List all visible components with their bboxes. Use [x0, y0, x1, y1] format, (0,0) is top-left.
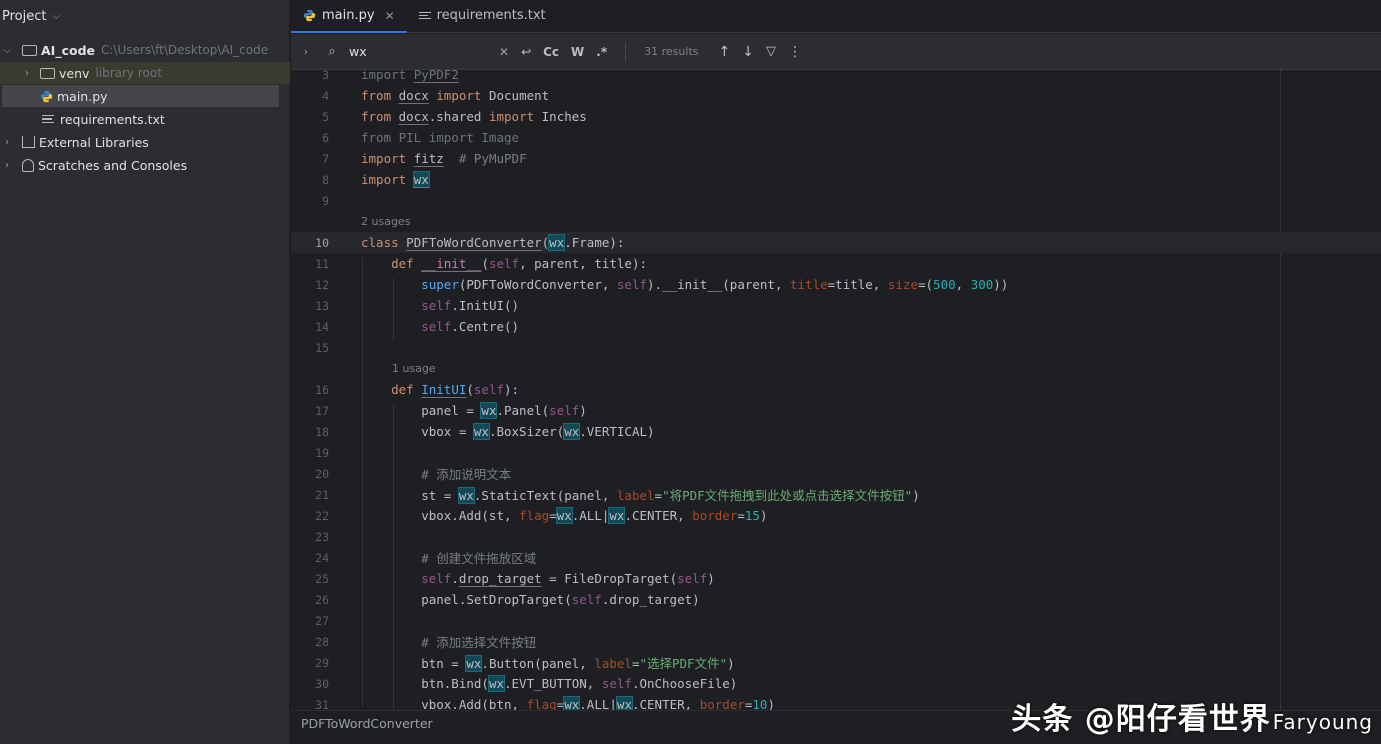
chevron-right-icon[interactable]: ›: [20, 68, 34, 79]
code-line: 22 vbox.Add(st, flag=wx.ALL|wx.CENTER, b…: [315, 508, 768, 523]
code-comment: # PyMuPDF: [458, 151, 527, 166]
filter-icon[interactable]: ▽: [760, 44, 782, 59]
chevron-down-icon[interactable]: ⌵: [0, 45, 14, 56]
whole-words-button[interactable]: W: [565, 45, 590, 59]
code-line: 23: [315, 529, 329, 544]
divider: [625, 41, 627, 62]
code-line: 30 btn.Bind(wx.EVT_BUTTON, self.OnChoose…: [315, 676, 738, 691]
code-line: 19: [315, 445, 329, 460]
venv-hint: library root: [95, 66, 162, 80]
chevron-down-icon: ⌵: [52, 10, 61, 22]
file-name: main.py: [57, 88, 108, 104]
code-line: 5 from docx.shared import Inches: [322, 109, 587, 124]
more-options-icon[interactable]: ⋮: [782, 44, 808, 60]
code-line: 18 vbox = wx.BoxSizer(wx.VERTICAL): [315, 424, 655, 439]
code-line: 29 btn = wx.Button(panel, label="选择PDF文件…: [315, 655, 735, 671]
code-line: 24 # 创建文件拖放区域: [315, 550, 537, 567]
code-number: 15: [744, 508, 760, 523]
code-comment: # 添加说明文本: [421, 467, 512, 482]
code-line: 27: [315, 613, 329, 628]
code-line: 21 st = wx.StaticText(panel, label="将PDF…: [315, 487, 920, 503]
watermark-text: 头条 @阳仔看世界: [1011, 702, 1271, 737]
search-icon[interactable]: ⌕: [321, 44, 343, 59]
code-line: 25 self.drop_target = FileDropTarget(sel…: [315, 571, 715, 586]
text-file-icon: [418, 11, 431, 20]
scratches-icon: [22, 158, 34, 172]
find-bar: › ⌕ ✕ ↩ Cc W .* 31 results ↑ ↓ ▽ ⋮: [291, 34, 1381, 70]
folder-icon: [22, 44, 37, 56]
regex-button[interactable]: .*: [590, 45, 613, 59]
code-line: 6 from PIL import Image: [322, 130, 520, 145]
code-comment: # 添加选择文件按钮: [421, 635, 537, 650]
tab-label: main.py: [322, 8, 375, 23]
breadcrumb-item[interactable]: PDFToWordConverter: [301, 716, 433, 731]
external-libraries-label: External Libraries: [39, 134, 149, 150]
folder-icon: [40, 67, 55, 79]
search-results-count: 31 results: [644, 45, 699, 58]
tab-requirements[interactable]: requirements.txt: [407, 0, 558, 32]
scratches-label: Scratches and Consoles: [38, 157, 188, 173]
clear-search-icon[interactable]: ✕: [493, 45, 515, 59]
code-number: 10: [752, 697, 768, 710]
code-line-current: 10 class PDFToWordConverter(wx.Frame):: [291, 232, 1381, 253]
code-line: 12 super(PDFToWordConverter, self).__ini…: [315, 277, 1009, 292]
project-view-selector[interactable]: Project ⌵: [0, 0, 289, 32]
code-line: 14 self.Centre(): [315, 319, 520, 334]
code-comment: # 创建文件拖放区域: [421, 551, 537, 566]
code-line: 26 panel.SetDropTarget(self.drop_target): [315, 592, 700, 607]
tab-label: requirements.txt: [436, 8, 546, 23]
code-string: "将PDF文件拖拽到此处或点击选择文件按钮": [662, 488, 913, 503]
watermark: 头条 @阳仔看世界 Faryoung: [1011, 694, 1373, 738]
next-occurrence-icon[interactable]: ↓: [736, 44, 760, 60]
code-number: 500: [933, 277, 956, 292]
file-name: requirements.txt: [60, 111, 165, 127]
chevron-right-icon[interactable]: ›: [0, 137, 14, 148]
venv-name: venv: [59, 65, 90, 81]
code-string: "选择PDF文件": [639, 656, 728, 671]
code-editor[interactable]: 3 import PyPDF2 4 from docx import Documen…: [291, 70, 1381, 710]
code-line: 13 self.InitUI(): [315, 298, 520, 313]
tree-item-main-py[interactable]: main.py: [2, 85, 279, 107]
tree-item-ai-code[interactable]: ⌵ AI_code C:\Users\ft\Desktop\AI_code: [0, 39, 290, 61]
tree-item-scratches[interactable]: › Scratches and Consoles: [0, 154, 290, 176]
code-line: 15: [315, 340, 329, 355]
code-line: 11 def __init__(self, parent, title):: [315, 256, 648, 271]
chevron-right-icon[interactable]: ›: [291, 45, 321, 58]
text-file-icon: [42, 115, 54, 123]
code-line: 4 from docx import Document: [322, 88, 550, 103]
match-case-button[interactable]: Cc: [537, 45, 565, 59]
project-title: Project: [2, 8, 47, 24]
find-input[interactable]: [343, 44, 493, 59]
usages-hint[interactable]: 2 usages: [361, 215, 410, 228]
code-line: 3 import PyPDF2: [322, 70, 459, 82]
usages-hint[interactable]: 1 usage: [392, 362, 436, 375]
tab-main-py[interactable]: main.py ✕: [291, 0, 407, 33]
code-line: 7 import fitz # PyMuPDF: [322, 151, 527, 166]
code-line: 17 panel = wx.Panel(self): [315, 403, 587, 418]
previous-occurrence-icon[interactable]: ↑: [713, 44, 737, 60]
python-file-icon: [303, 9, 316, 22]
editor-tabs: main.py ✕ requirements.txt: [291, 0, 1381, 33]
python-file-icon: [40, 90, 53, 102]
project-tool-window: Project ⌵ ⌵ AI_code C:\Users\ft\Desktop\…: [0, 0, 290, 744]
close-icon[interactable]: ✕: [385, 9, 395, 23]
code-line: 20 # 添加说明文本: [315, 466, 512, 483]
code-number: 300: [970, 277, 994, 292]
history-icon[interactable]: ↩: [515, 45, 537, 59]
code-line: 28 # 添加选择文件按钮: [315, 634, 537, 651]
editor-area: main.py ✕ requirements.txt › ⌕ ✕ ↩ Cc W …: [291, 0, 1381, 744]
tree-item-requirements[interactable]: requirements.txt: [0, 108, 290, 130]
project-root-path: C:\Users\ft\Desktop\AI_code: [101, 43, 269, 57]
project-root-name: AI_code: [41, 42, 95, 58]
library-icon: [22, 136, 35, 148]
code-line: 8 import wx: [322, 172, 429, 187]
tree-item-venv[interactable]: › venv library root: [0, 62, 290, 84]
chevron-right-icon[interactable]: ›: [0, 160, 14, 171]
tree-item-external-libraries[interactable]: › External Libraries: [0, 131, 290, 153]
code-line: 16 def InitUI(self):: [315, 382, 520, 397]
code-line: 9: [322, 193, 329, 208]
watermark-sub: Faryoung: [1272, 710, 1373, 734]
